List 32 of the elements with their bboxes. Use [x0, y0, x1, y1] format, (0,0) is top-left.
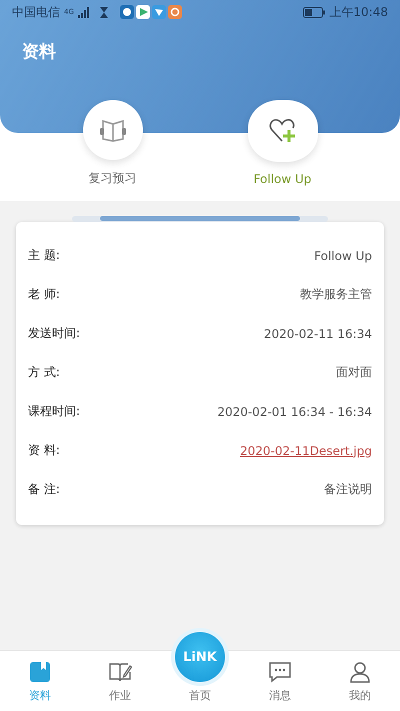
hourglass-icon	[100, 6, 108, 18]
bookmark-icon	[28, 660, 52, 684]
nav-tab[interactable]: 消息	[240, 651, 320, 711]
chat-icon	[268, 660, 292, 684]
field-value: 面对面	[336, 364, 372, 381]
nav-tab[interactable]: 资料	[0, 651, 80, 711]
field-label: 备 注:	[28, 481, 60, 498]
field-label: 方 式:	[28, 364, 60, 381]
carrier-name: 中国电信	[12, 4, 60, 20]
field-label: 课程时间:	[28, 403, 80, 420]
nav-tab[interactable]: 我的	[320, 651, 400, 711]
person-icon	[348, 660, 372, 684]
field-label: 资 料:	[28, 442, 60, 459]
field-label: 发送时间:	[28, 325, 80, 342]
page-title: 资料	[21, 41, 56, 63]
field-value: 备注说明	[324, 481, 372, 498]
app-icons-drawing	[120, 5, 182, 19]
field-value: 教学服务主管	[300, 286, 372, 303]
nav-tab[interactable]: 作业	[80, 651, 160, 711]
home-badge: LiNK	[175, 632, 225, 682]
field-value: 2020-02-01 16:34 - 16:34	[217, 404, 372, 418]
clock: 上午10:48	[329, 4, 388, 20]
field-label: 主 题:	[28, 247, 60, 264]
heart-plus-icon	[268, 117, 298, 145]
battery-icon	[303, 6, 326, 18]
field-value: 2020-02-11 16:34	[264, 326, 372, 340]
book-icon	[98, 117, 128, 143]
attachment-link[interactable]: 2020-02-11Desert.jpg	[240, 444, 372, 458]
field-value: Follow Up	[314, 248, 372, 262]
nav-tab[interactable]: LiNK 首页	[160, 631, 240, 711]
field-label: 老 师:	[28, 286, 60, 303]
signal-icon	[78, 6, 90, 18]
